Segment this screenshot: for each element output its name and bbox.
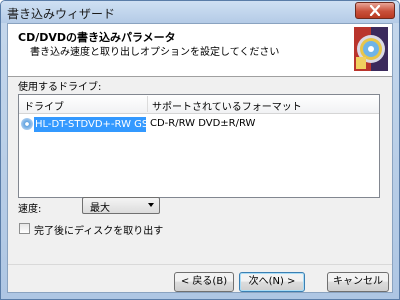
cancel-button[interactable]: キャンセル [327,272,389,292]
disc-drive-icon [21,118,33,130]
column-header-drive[interactable]: ドライブ [24,98,64,113]
speed-label: 速度: [18,204,42,215]
column-divider[interactable] [147,96,148,112]
page-subtitle: 書き込み速度と取り出しオプションを設定してください [30,47,280,58]
title-bar[interactable]: 書き込みウィザード [1,1,399,23]
speed-value: 最大 [90,203,110,214]
eject-checkbox[interactable] [19,223,30,234]
drive-formats: CD-R/RW DVD±R/RW [150,118,256,129]
drive-list[interactable]: ドライブ サポートされているフォーマット HL-DT-STDVD+-RW GSA… [18,94,380,198]
close-icon [369,5,381,16]
close-button[interactable] [355,2,395,19]
footer-divider [8,264,392,265]
wizard-window: 書き込みウィザード CD/DVDの書き込みパラメータ 書き込み速度と取り出しオプ… [0,0,400,300]
disc-burner-icon [354,27,388,71]
wizard-body: CD/DVDの書き込みパラメータ 書き込み速度と取り出しオプションを設定してくだ… [7,23,393,293]
eject-checkbox-label[interactable]: 完了後にディスクを取り出す [34,222,163,237]
window-title: 書き込みウィザード [7,7,116,21]
wizard-header: CD/DVDの書き込みパラメータ 書き込み速度と取り出しオプションを設定してくだ… [8,24,392,77]
drive-row[interactable]: HL-DT-STDVD+-RW GSA-H73N CD-R/RW DVD±R/R… [19,117,379,133]
drive-section-label: 使用するドライブ: [18,82,102,93]
column-header-formats[interactable]: サポートされているフォーマット [152,98,302,113]
speed-dropdown[interactable]: 最大 [82,197,160,214]
next-button[interactable]: 次へ(N) > [239,272,305,292]
chevron-down-icon [148,203,154,207]
back-button[interactable]: < 戻る(B) [174,272,234,292]
drive-list-header: ドライブ サポートされているフォーマット [19,95,379,114]
drive-name[interactable]: HL-DT-STDVD+-RW GSA-H73N [34,117,146,132]
